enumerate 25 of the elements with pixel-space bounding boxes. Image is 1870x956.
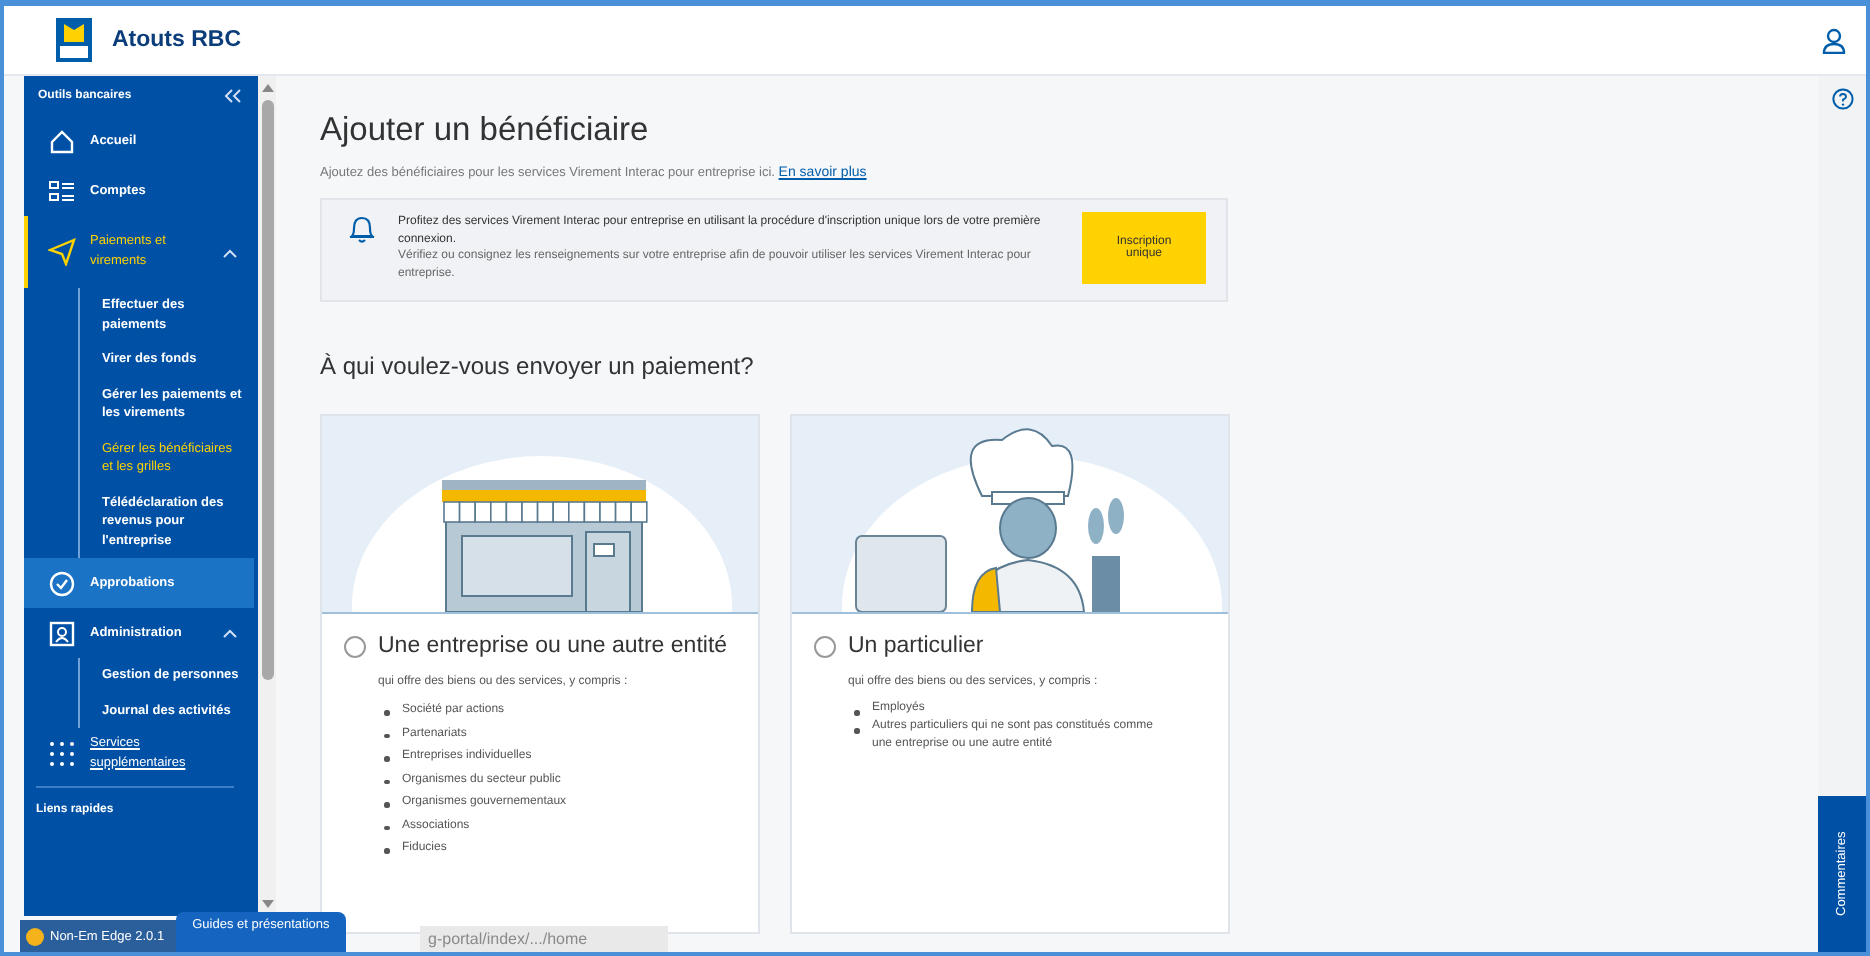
dot-grid-icon <box>48 739 76 767</box>
option-title: Une entreprise ou une autre entité <box>378 634 728 658</box>
bell-icon <box>346 212 378 244</box>
logo-icon <box>56 18 92 62</box>
status-url: g-portal/index/.../home <box>420 926 668 952</box>
option-title: Un particulier <box>848 634 984 658</box>
list-icon <box>48 177 76 205</box>
id-card-icon <box>48 619 76 647</box>
scroll-up-arrow[interactable] <box>261 84 273 92</box>
home-icon <box>48 127 76 155</box>
badge-icon <box>26 927 44 945</box>
paper-plane-icon <box>48 238 76 266</box>
user-icon <box>1822 27 1846 53</box>
scrollbar[interactable] <box>258 76 276 916</box>
chevron-up-icon <box>222 628 238 638</box>
collapse-icon <box>224 88 242 104</box>
page-title: Ajouter un bénéficiaire <box>320 112 651 150</box>
help-icon <box>1831 88 1853 110</box>
radio-button[interactable] <box>344 635 366 657</box>
check-circle-icon <box>48 569 76 597</box>
section-heading: À qui voulez-vous envoyer un paiement? <box>320 352 756 380</box>
brand-name: Atouts RBC <box>112 28 242 52</box>
scroll-thumb[interactable] <box>261 100 273 680</box>
radio-button[interactable] <box>814 635 836 657</box>
chevron-up-icon <box>222 247 238 257</box>
